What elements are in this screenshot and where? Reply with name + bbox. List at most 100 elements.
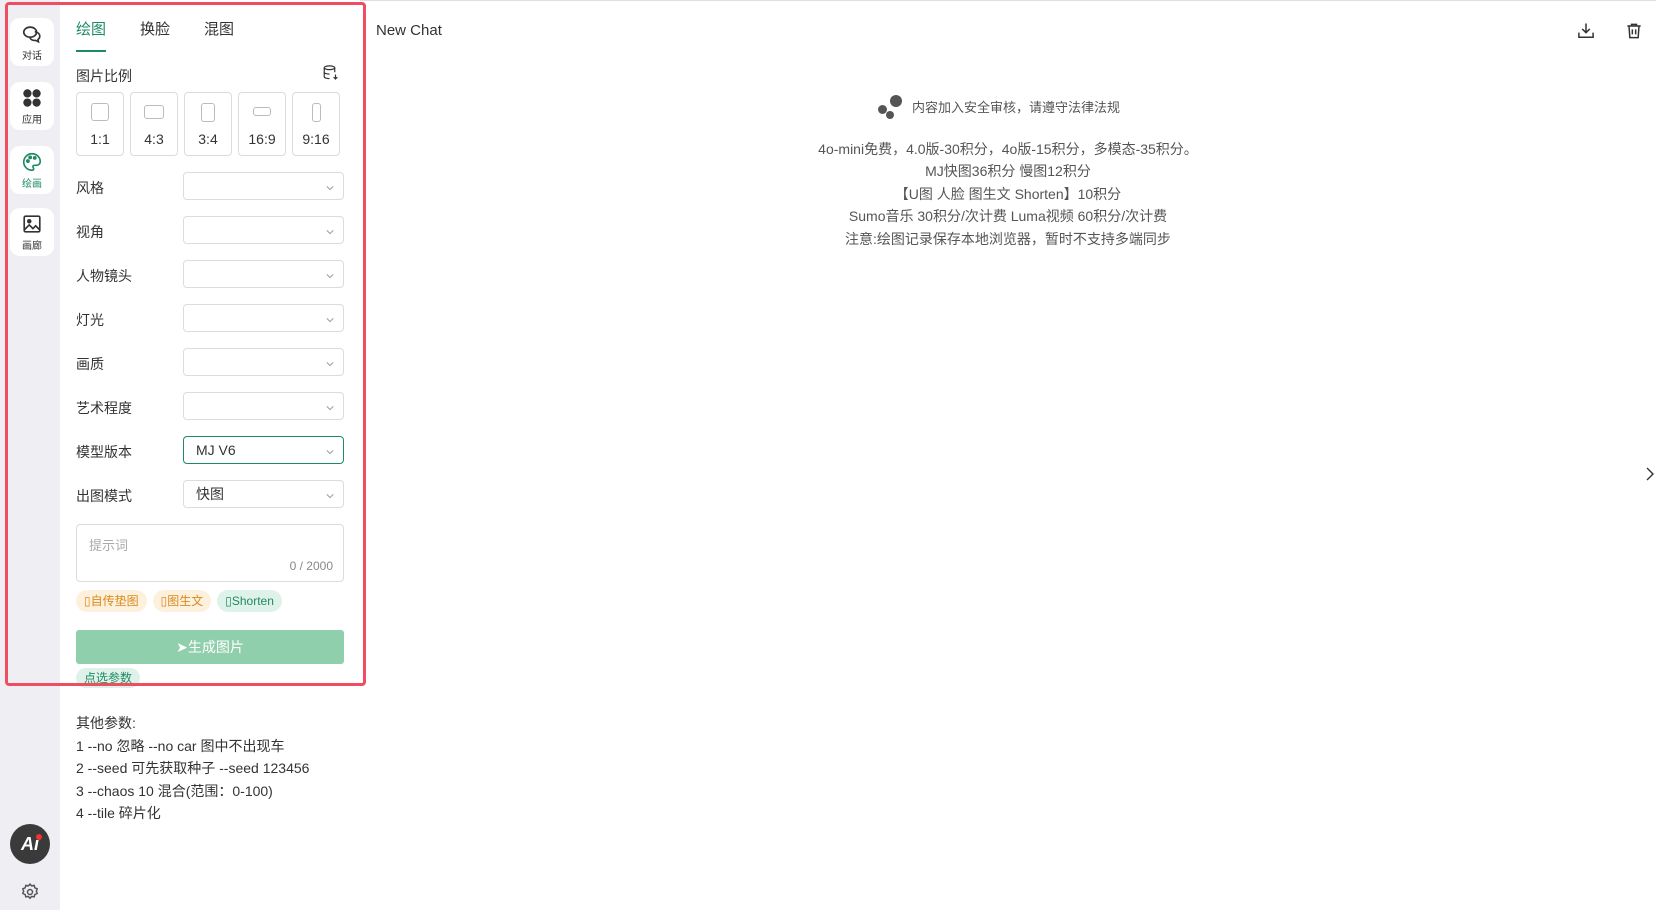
model-version-select[interactable]: MJ V6 (183, 436, 344, 464)
left-rail: 对话 应用 绘画 画廊 Ai (0, 0, 60, 910)
other-params-line: 2 --seed 可先获取种子 --seed 123456 (76, 760, 310, 776)
notice-line: MJ快图36积分 慢图12积分 (925, 163, 1091, 179)
rail-label-paint: 绘画 (22, 178, 42, 190)
field-shot: 人物镜头 (76, 260, 344, 288)
chip-label: 图生文 (167, 594, 204, 608)
rail-item-apps[interactable]: 应用 (10, 82, 54, 130)
style-select[interactable] (183, 172, 344, 200)
shorten-chip[interactable]: ▯Shorten (217, 590, 282, 612)
other-params-title: 其他参数: (76, 715, 136, 731)
field-label: 灯光 (76, 312, 104, 328)
prompt-textarea[interactable]: 提示词 0 / 2000 (76, 524, 344, 582)
ratio-label: 4:3 (144, 131, 164, 147)
tab-faceswap[interactable]: 换脸 (140, 18, 170, 52)
chevron-down-icon (326, 450, 334, 455)
chat-title: New Chat (376, 22, 442, 39)
drawing-panel: 绘图 换脸 混图 图片比例 1:1 4:3 3:4 16:9 9:16 风格 视… (60, 0, 360, 910)
image-to-text-chip[interactable]: ▯图生文 (152, 590, 212, 612)
rail-item-chat[interactable]: 对话 (10, 18, 54, 66)
tool-chips: ▯自传垫图 ▯图生文 ▯Shorten (76, 590, 282, 612)
field-label: 画质 (76, 356, 104, 372)
field-label: 人物镜头 (76, 268, 132, 284)
ratio-label: 16:9 (248, 131, 276, 147)
app-logo[interactable]: Ai (10, 824, 50, 864)
upload-image-chip[interactable]: ▯自传垫图 (76, 590, 147, 612)
gallery-icon (23, 214, 41, 233)
chevron-down-icon (326, 406, 334, 411)
field-label: 视角 (76, 224, 104, 240)
field-label: 出图模式 (76, 488, 132, 504)
other-params-line: 3 --chaos 10 混合(范围：0-100) (76, 782, 273, 799)
ratio-option-16-9[interactable]: 16:9 (238, 92, 286, 156)
apps-icon (23, 88, 41, 107)
chevron-down-icon (326, 318, 334, 323)
chip-label: 自传垫图 (90, 594, 139, 608)
ratio-title: 图片比例 (76, 68, 132, 84)
ratio-shape (201, 103, 215, 122)
assistant-icon (878, 93, 904, 119)
palette-icon (23, 152, 42, 171)
ratio-options: 1:1 4:3 3:4 16:9 9:16 (76, 92, 340, 156)
prompt-placeholder: 提示词 (89, 538, 129, 553)
field-output-mode: 出图模式 快图 (76, 480, 344, 508)
pick-params-chip[interactable]: 点选参数 (76, 668, 141, 688)
rail-label-apps: 应用 (22, 114, 42, 126)
ratio-label: 1:1 (90, 131, 110, 147)
safety-notice-text: 内容加入安全审核，请遵守法律法规 (912, 99, 1121, 115)
panel-tabs: 绘图 换脸 混图 (76, 18, 234, 52)
chevron-down-icon (326, 186, 334, 191)
tab-blend[interactable]: 混图 (204, 18, 234, 52)
field-quality: 画质 (76, 348, 344, 376)
field-label: 模型版本 (76, 444, 132, 460)
chip-label: Shorten (231, 594, 274, 608)
select-value: 快图 (196, 486, 224, 502)
safety-notice: 内容加入安全审核，请遵守法律法规 (878, 93, 1120, 119)
output-mode-select[interactable]: 快图 (183, 480, 344, 508)
other-params: 其他参数: 1 --no 忽略 --no car 图中不出现车 2 --seed… (76, 712, 309, 825)
view-select[interactable] (183, 216, 344, 244)
notice-line: 【U图 人脸 图生文 Shorten】10积分 (894, 186, 1122, 202)
ratio-option-3-4[interactable]: 3:4 (184, 92, 232, 156)
chat-area: New Chat 内容加入安全审核，请遵守法律法规 4o-mini免费，4.0版… (360, 0, 1656, 910)
chevron-down-icon (326, 230, 334, 235)
field-label: 艺术程度 (76, 400, 132, 416)
field-label: 风格 (76, 180, 104, 196)
download-icon[interactable] (1576, 21, 1596, 41)
light-select[interactable] (183, 304, 344, 332)
generate-image-button[interactable]: ➤生成图片 (76, 630, 344, 664)
field-style: 风格 (76, 172, 344, 200)
prompt-char-count: 0 / 2000 (289, 559, 333, 573)
database-download-icon[interactable] (322, 64, 340, 82)
ratio-option-1-1[interactable]: 1:1 (76, 92, 124, 156)
ratio-label: 3:4 (198, 131, 218, 147)
chevron-down-icon (326, 362, 334, 367)
ratio-shape (144, 105, 164, 119)
ratio-shape (311, 103, 321, 122)
other-params-line: 1 --no 忽略 --no car 图中不出现车 (76, 737, 285, 754)
field-art-level: 艺术程度 (76, 392, 344, 420)
field-light: 灯光 (76, 304, 344, 332)
chevron-down-icon (326, 494, 334, 499)
ratio-option-9-16[interactable]: 9:16 (292, 92, 340, 156)
ratio-shape (91, 103, 109, 121)
other-params-line: 4 --tile 碎片化 (76, 805, 161, 821)
rail-item-paint[interactable]: 绘画 (10, 146, 54, 194)
quality-select[interactable] (183, 348, 344, 376)
tab-draw[interactable]: 绘图 (76, 18, 107, 52)
chevron-down-icon (326, 274, 334, 279)
art-level-select[interactable] (183, 392, 344, 420)
chat-icon (22, 25, 41, 43)
rail-item-gallery[interactable]: 画廊 (10, 208, 54, 256)
gear-icon[interactable] (20, 882, 40, 902)
notice-line: 4o-mini免费，4.0版-30积分，4o版-15积分，多模态-35积分。 (818, 141, 1198, 157)
ratio-shape (253, 107, 271, 116)
shot-select[interactable] (183, 260, 344, 288)
ratio-label: 9:16 (302, 131, 330, 147)
ratio-option-4-3[interactable]: 4:3 (130, 92, 178, 156)
rail-label-gallery: 画廊 (22, 240, 42, 252)
chevron-right-icon[interactable] (1646, 467, 1654, 481)
notice-line: 注意:绘图记录保存本地浏览器，暂时不支持多端同步 (845, 231, 1171, 247)
app-window: 对话 应用 绘画 画廊 Ai 绘图 换脸 混图 图片比例 1:1 4:3 3:4… (0, 0, 1656, 910)
trash-icon[interactable] (1624, 21, 1644, 41)
notice-line: Sumo音乐 30积分/次计费 Luma视频 60积分/次计费 (848, 208, 1168, 224)
